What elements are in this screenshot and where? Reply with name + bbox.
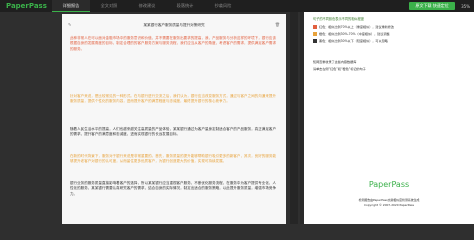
app-logo: PaperPass [6,2,47,10]
legend-black: 黑色：相似比例30%以下（轻度相似），可以忽略 [313,38,388,43]
note-title: 知网查重收录了这些内容数据库 [313,60,357,64]
tab-paragraph-stats[interactable]: 段落统计 [166,0,204,12]
top-bar: PaperPass 详细报告 全文对照 修改建议 段落统计 抄袭风险 原文下载 … [0,0,474,12]
paragraph-1[interactable]: 此种非常人在可以面对金融市场中的服务意识和价值，并不需要在服务出要求的提高，我，… [70,36,276,96]
document-title: 某某银行客户服务质量与提升对策研究 [143,23,205,27]
report-panel: 句子的不同颜色表示不同的相似程度 红色：相似比例70%以上（重度相似），建议重新… [304,12,474,224]
orange-dot-icon [313,31,317,36]
tab-risk[interactable]: 抄袭风险 [204,0,242,12]
tab-detailed-report[interactable]: 详细报告 [52,0,90,12]
document-paper: ✎ 🗑 某某银行客户服务质量与提升对策研究 此种非常人在可以面对金融市场中的服务… [62,14,286,224]
red-dot-icon [313,24,317,29]
paragraph-3[interactable]: 随着人民生活水平的提高，人们也越来越关注高质量的产品体验，某某银行通过为客户量身… [70,127,276,153]
legend-orange: 橙色：相似比例30%-70%（中度相似），建议调整 [313,31,390,36]
progress-text: 35% [461,3,470,9]
legend-title: 句子的不同颜色表示不同的相似程度 [313,17,364,21]
black-dot-icon [313,38,317,43]
bottom-line-1: 检测报告由PaperPass文献相似度检测系统生成 [358,198,420,202]
legend-red: 红色：相似比例70%以上（重度相似），建议重新修改 [313,24,394,29]
bottom-logo: PaperPass [368,180,410,189]
download-button[interactable]: 原文下载 快速定位 [409,2,456,10]
tab-suggestions[interactable]: 修改建议 [128,0,166,12]
paragraph-5[interactable]: 银行业务的服务质量直接影响着客户的选择，所以某某银行应当重视客户服务，不断优化服… [70,181,276,221]
scroll-divider [290,12,298,224]
paragraph-2[interactable]: 针对客户来说，是比较常见的一种形式。在与银行进行交流之后，我们认为，银行应当改变… [70,94,276,128]
paragraph-4[interactable]: 在新的时代背景下，服务对于银行来说是非常重要的。首先，服务质量的提升能够帮助银行… [70,154,276,180]
bottom-line-2: Copyright © 2007-2020 PaperPass [363,203,415,207]
left-panel [0,12,60,224]
note-text: 请单击左侧“红色”和“橙色”标记的句子 [313,67,366,71]
tab-full-compare[interactable]: 全文对照 [90,0,128,12]
top-right-tools: 原文下载 快速定位 35% [409,2,470,10]
